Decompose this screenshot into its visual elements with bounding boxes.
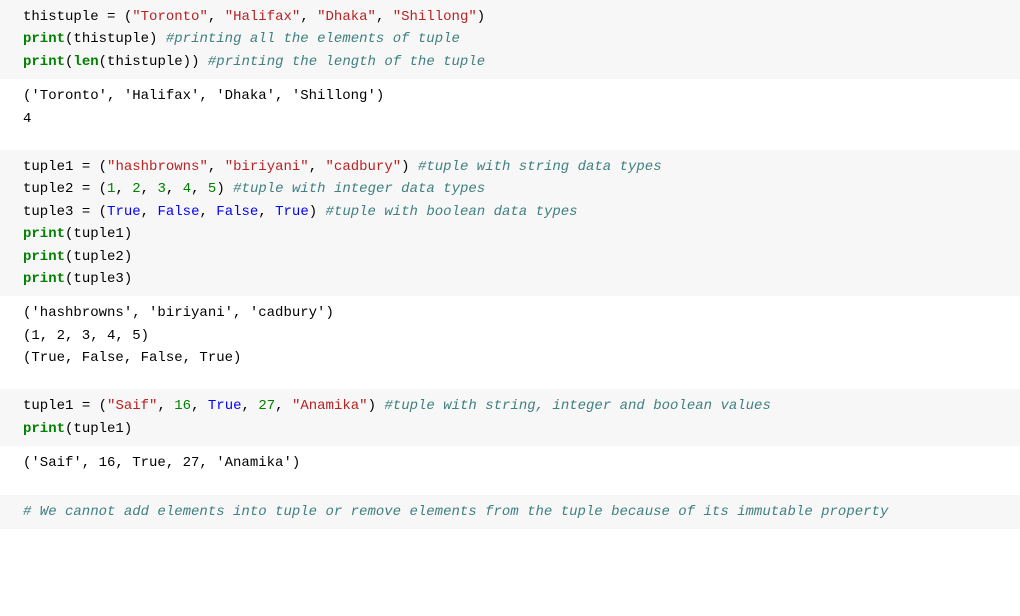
boolean: False bbox=[216, 204, 258, 220]
builtin: print bbox=[23, 271, 65, 287]
paren: ) bbox=[183, 54, 191, 70]
comma: , bbox=[300, 9, 317, 25]
boolean: False bbox=[157, 204, 199, 220]
comma: , bbox=[191, 398, 208, 414]
code-cell-2: tuple1 = ("hashbrowns", "biriyani", "cad… bbox=[0, 150, 1020, 376]
op: = bbox=[73, 159, 98, 175]
comment: # We cannot add elements into tuple or r… bbox=[23, 504, 888, 520]
op: = bbox=[73, 398, 98, 414]
variable: tuple1 bbox=[73, 421, 123, 437]
op: = bbox=[73, 204, 98, 220]
code-output-2: ('hashbrowns', 'biriyani', 'cadbury') (1… bbox=[0, 296, 1020, 375]
comma: , bbox=[208, 9, 225, 25]
cell-gap bbox=[0, 481, 1020, 495]
string: "Halifax" bbox=[225, 9, 301, 25]
comma: , bbox=[275, 398, 292, 414]
string: "Toronto" bbox=[132, 9, 208, 25]
boolean: True bbox=[275, 204, 309, 220]
code-cell-3: tuple1 = ("Saif", 16, True, 27, "Anamika… bbox=[0, 389, 1020, 480]
builtin: print bbox=[23, 249, 65, 265]
notebook: thistuple = ("Toronto", "Halifax", "Dhak… bbox=[0, 0, 1020, 529]
string: "Shillong" bbox=[393, 9, 477, 25]
comment: #tuple with string, integer and boolean … bbox=[384, 398, 770, 414]
number: 27 bbox=[258, 398, 275, 414]
code-input-4[interactable]: # We cannot add elements into tuple or r… bbox=[0, 495, 1020, 529]
paren: ) bbox=[401, 159, 418, 175]
paren: ) bbox=[124, 249, 132, 265]
comma: , bbox=[166, 181, 183, 197]
paren: ) bbox=[191, 54, 208, 70]
comma: , bbox=[258, 204, 275, 220]
string: "biriyani" bbox=[225, 159, 309, 175]
code-input-2[interactable]: tuple1 = ("hashbrowns", "biriyani", "cad… bbox=[0, 150, 1020, 296]
paren: ) bbox=[309, 204, 326, 220]
op: = bbox=[99, 9, 124, 25]
paren: ) bbox=[477, 9, 485, 25]
variable: tuple1 bbox=[23, 398, 73, 414]
cell-gap bbox=[0, 136, 1020, 150]
boolean: True bbox=[107, 204, 141, 220]
comment: #tuple with string data types bbox=[418, 159, 662, 175]
paren: ( bbox=[99, 54, 107, 70]
number: 3 bbox=[157, 181, 165, 197]
comma: , bbox=[141, 204, 158, 220]
comma: , bbox=[115, 181, 132, 197]
string: "Anamika" bbox=[292, 398, 368, 414]
builtin: len bbox=[73, 54, 98, 70]
number: 4 bbox=[183, 181, 191, 197]
comma: , bbox=[191, 181, 208, 197]
comma: , bbox=[157, 398, 174, 414]
comma: , bbox=[376, 9, 393, 25]
paren: ) bbox=[124, 421, 132, 437]
variable: thistuple bbox=[23, 9, 99, 25]
string: "Dhaka" bbox=[317, 9, 376, 25]
paren: ( bbox=[99, 181, 107, 197]
builtin: print bbox=[23, 31, 65, 47]
comma: , bbox=[208, 159, 225, 175]
variable: tuple3 bbox=[73, 271, 123, 287]
variable: thistuple bbox=[107, 54, 183, 70]
code-cell-4: # We cannot add elements into tuple or r… bbox=[0, 495, 1020, 529]
variable: tuple1 bbox=[23, 159, 73, 175]
builtin: print bbox=[23, 421, 65, 437]
string: "hashbrowns" bbox=[107, 159, 208, 175]
paren: ( bbox=[99, 204, 107, 220]
comment: #tuple with boolean data types bbox=[326, 204, 578, 220]
paren: ) bbox=[124, 271, 132, 287]
paren: ( bbox=[99, 398, 107, 414]
code-output-3: ('Saif', 16, True, 27, 'Anamika') bbox=[0, 446, 1020, 480]
cell-gap bbox=[0, 375, 1020, 389]
comma: , bbox=[309, 159, 326, 175]
variable: tuple1 bbox=[73, 226, 123, 242]
code-cell-1: thistuple = ("Toronto", "Halifax", "Dhak… bbox=[0, 0, 1020, 136]
boolean: True bbox=[208, 398, 242, 414]
variable: tuple3 bbox=[23, 204, 73, 220]
number: 16 bbox=[174, 398, 191, 414]
code-input-1[interactable]: thistuple = ("Toronto", "Halifax", "Dhak… bbox=[0, 0, 1020, 79]
paren: ) bbox=[368, 398, 385, 414]
string: "Saif" bbox=[107, 398, 157, 414]
variable: tuple2 bbox=[73, 249, 123, 265]
string: "cadbury" bbox=[326, 159, 402, 175]
comma: , bbox=[141, 181, 158, 197]
number: 2 bbox=[132, 181, 140, 197]
paren: ) bbox=[149, 31, 166, 47]
builtin: print bbox=[23, 54, 65, 70]
op: = bbox=[73, 181, 98, 197]
variable: thistuple bbox=[73, 31, 149, 47]
code-output-1: ('Toronto', 'Halifax', 'Dhaka', 'Shillon… bbox=[0, 79, 1020, 136]
paren: ) bbox=[124, 226, 132, 242]
code-input-3[interactable]: tuple1 = ("Saif", 16, True, 27, "Anamika… bbox=[0, 389, 1020, 446]
variable: tuple2 bbox=[23, 181, 73, 197]
comma: , bbox=[242, 398, 259, 414]
comment: #printing the length of the tuple bbox=[208, 54, 485, 70]
paren: ) bbox=[216, 181, 233, 197]
builtin: print bbox=[23, 226, 65, 242]
paren: ( bbox=[99, 159, 107, 175]
comment: #printing all the elements of tuple bbox=[166, 31, 460, 47]
comment: #tuple with integer data types bbox=[233, 181, 485, 197]
comma: , bbox=[199, 204, 216, 220]
paren: ( bbox=[124, 9, 132, 25]
